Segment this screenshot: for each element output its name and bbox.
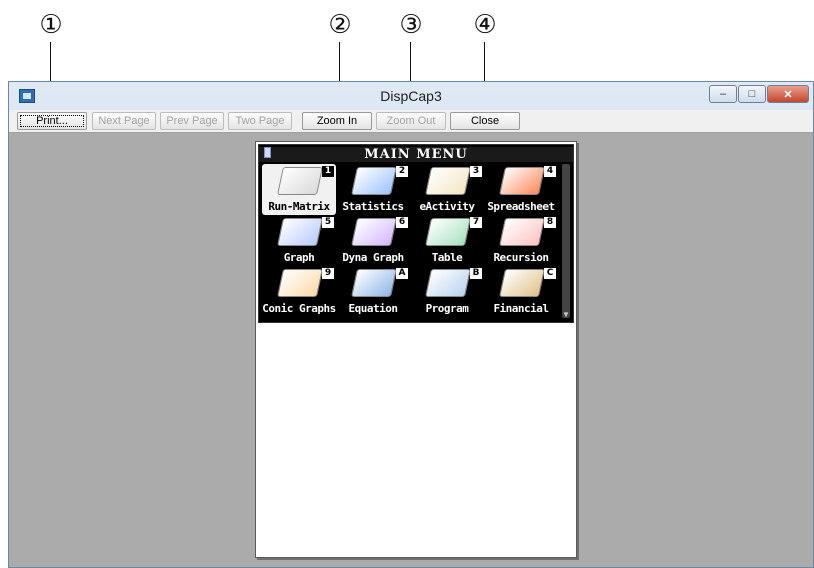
battery-icon	[264, 147, 271, 158]
minimize-button[interactable]: –	[709, 85, 737, 103]
menu-item-label: Statistics	[342, 200, 404, 213]
print-button[interactable]: Print...	[17, 112, 87, 130]
maximize-button[interactable]: □	[738, 85, 766, 103]
menu-item-key: 8	[544, 217, 556, 228]
menu-item-conic-graphs[interactable]: 9 Conic Graphs	[262, 266, 336, 317]
calculator-screen: MAIN MENU 1 Run-Matrix 2 Statistics 3 eActivi…	[258, 144, 574, 323]
callout-1: ①	[39, 10, 63, 40]
title-bar[interactable]: DispCap3 – □ ✕	[9, 82, 813, 110]
callout-3: ③	[399, 10, 423, 40]
close-button[interactable]: Close	[450, 112, 520, 130]
menu-item-label: Graph	[283, 251, 315, 264]
callout-4: ④	[473, 10, 497, 40]
run-matrix-icon	[277, 167, 323, 195]
menu-item-label: Conic Graphs	[262, 302, 336, 315]
menu-item-key: 1	[322, 166, 334, 177]
window-title: DispCap3	[380, 88, 442, 104]
menu-scrollbar	[562, 164, 570, 318]
recursion-icon	[499, 218, 545, 246]
menu-item-dyna-graph[interactable]: 6 Dyna Graph	[336, 215, 410, 266]
menu-item-equation[interactable]: A Equation	[336, 266, 410, 317]
menu-item-key: C	[544, 268, 556, 279]
zoom-in-button[interactable]: Zoom In	[302, 112, 372, 130]
close-window-button[interactable]: ✕	[767, 85, 809, 103]
prev-page-button[interactable]: Prev Page	[160, 112, 224, 130]
preview-area: MAIN MENU 1 Run-Matrix 2 Statistics 3 eActivi…	[9, 133, 813, 567]
menu-item-eactivity[interactable]: 3 eActivity	[410, 164, 484, 215]
menu-item-statistics[interactable]: 2 Statistics	[336, 164, 410, 215]
table-icon	[425, 218, 471, 246]
equation-icon	[351, 269, 397, 297]
toolbar: Print... Next Page Prev Page Two Page Zo…	[9, 110, 813, 133]
window-controls: – □ ✕	[708, 85, 809, 103]
preview-page: MAIN MENU 1 Run-Matrix 2 Statistics 3 eActivi…	[255, 141, 577, 558]
menu-item-label: Equation	[348, 302, 398, 315]
menu-item-key: 6	[396, 217, 408, 228]
menu-item-spreadsheet[interactable]: 4 Spreadsheet	[484, 164, 558, 215]
menu-item-label: Financial	[493, 302, 549, 315]
main-menu-title: MAIN MENU	[259, 147, 573, 162]
menu-item-key: 7	[470, 217, 482, 228]
menu-item-table[interactable]: 7 Table	[410, 215, 484, 266]
graph-icon	[277, 218, 323, 246]
statistics-icon	[351, 167, 397, 195]
menu-item-label: eActivity	[419, 200, 475, 213]
menu-item-run-matrix[interactable]: 1 Run-Matrix	[262, 164, 336, 215]
zoom-out-button[interactable]: Zoom Out	[376, 112, 446, 130]
two-page-button[interactable]: Two Page	[228, 112, 292, 130]
menu-item-label: Recursion	[493, 251, 549, 264]
menu-item-key: 3	[470, 166, 482, 177]
dispcap-window: DispCap3 – □ ✕ Print... Next Page Prev P…	[8, 81, 814, 568]
menu-item-key: 2	[396, 166, 408, 177]
menu-grid: 1 Run-Matrix 2 Statistics 3 eActivity 4 Spreads…	[262, 164, 558, 318]
conic-graphs-icon	[277, 269, 323, 297]
menu-item-key: 4	[544, 166, 556, 177]
menu-item-key: A	[396, 268, 408, 279]
menu-item-label: Spreadsheet	[487, 200, 555, 213]
menu-item-recursion[interactable]: 8 Recursion	[484, 215, 558, 266]
eactivity-icon	[425, 167, 471, 195]
menu-item-financial[interactable]: C Financial	[484, 266, 558, 317]
menu-item-label: Table	[431, 251, 463, 264]
menu-item-label: Run-Matrix	[268, 200, 330, 213]
callout-2: ②	[328, 10, 352, 40]
scroll-down-icon: ▼	[562, 310, 570, 319]
financial-icon	[499, 269, 545, 297]
menu-item-label: Dyna Graph	[342, 251, 404, 264]
next-page-button[interactable]: Next Page	[92, 112, 156, 130]
menu-item-key: 9	[322, 268, 334, 279]
dyna-graph-icon	[351, 218, 397, 246]
spreadsheet-icon	[499, 167, 545, 195]
menu-item-key: 5	[322, 217, 334, 228]
menu-item-graph[interactable]: 5 Graph	[262, 215, 336, 266]
menu-item-key: B	[470, 268, 482, 279]
program-icon	[425, 269, 471, 297]
menu-item-label: Program	[425, 302, 469, 315]
menu-item-program[interactable]: B Program	[410, 266, 484, 317]
